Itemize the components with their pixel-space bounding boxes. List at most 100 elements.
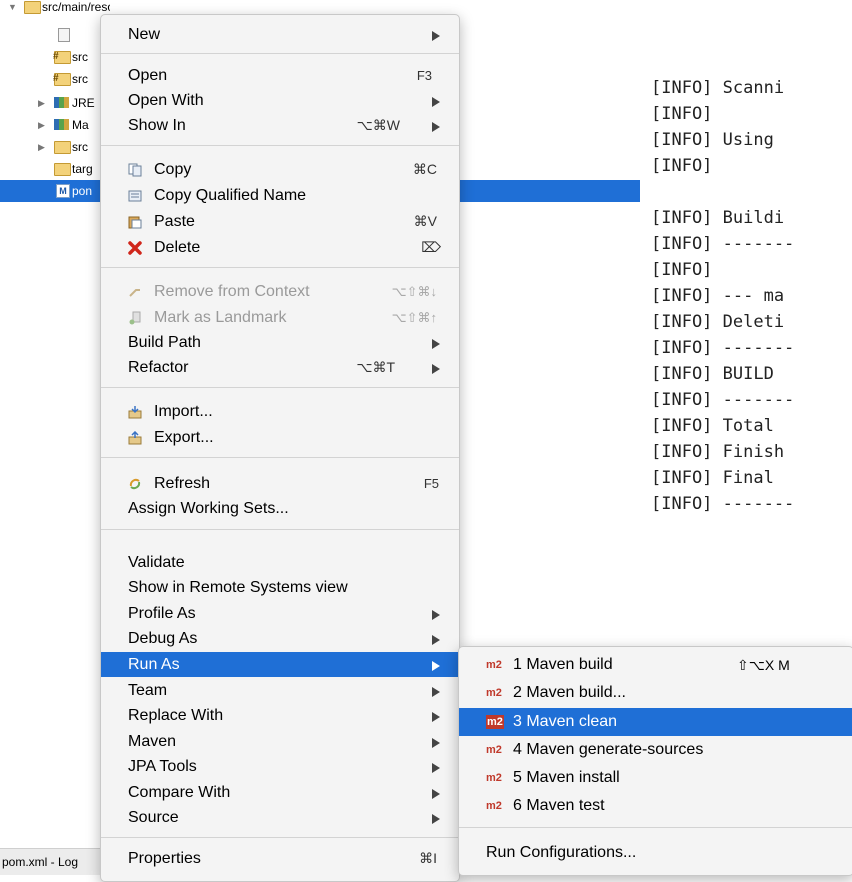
menu-item-debug-as[interactable]: Debug As (101, 626, 459, 651)
console-line: [INFO] Buildi (651, 208, 785, 228)
menu-item-validate[interactable]: Validate (101, 550, 459, 575)
menu-item-assign-working-sets[interactable]: Assign Working Sets... (101, 496, 459, 521)
menu-item-refactor[interactable]: Refactor ⌥⌘T (101, 355, 459, 380)
menu-item-show-in-remote-systems[interactable]: Show in Remote Systems view (101, 575, 459, 600)
tree-item[interactable]: src (0, 68, 110, 90)
menu-item-remove-from-context[interactable]: Remove from Context ⌥⇧⌘↓ (101, 279, 459, 304)
tree-item-selected[interactable]: M pon (0, 180, 110, 202)
expand-triangle-icon[interactable]: ▶ (38, 92, 45, 114)
submenu-arrow-icon (432, 763, 440, 773)
menu-separator (101, 837, 459, 838)
submenu-arrow-icon (432, 97, 440, 107)
menu-item-refresh[interactable]: Refresh F5 (101, 471, 459, 496)
console-line: [INFO] ------- (651, 390, 795, 410)
tree-item-label: pon (72, 184, 93, 198)
submenu-item-maven-install[interactable]: m2 5 Maven install (459, 764, 852, 792)
tree-item-label: src (72, 50, 88, 64)
submenu-arrow-icon (432, 687, 440, 697)
console-line: [INFO] Deleti (651, 312, 785, 332)
submenu-arrow-icon (432, 610, 440, 620)
menu-item-source[interactable]: Source (101, 805, 459, 830)
refresh-icon (129, 478, 141, 490)
package-folder-icon (53, 68, 71, 90)
tree-item[interactable]: ▼ src/main/resources (0, 0, 110, 18)
maven-m2-icon: m2 (486, 800, 502, 812)
console-line: [INFO] ------- (651, 234, 795, 254)
menu-item-export[interactable]: Export... (101, 425, 459, 450)
menu-item-copy-qualified-name[interactable]: Copy Qualified Name (101, 183, 459, 208)
submenu-arrow-icon (432, 661, 440, 671)
menu-item-profile-as[interactable]: Profile As (101, 601, 459, 626)
file-icon (58, 28, 70, 42)
import-icon (128, 406, 142, 419)
package-folder-icon (53, 46, 71, 68)
menu-item-import[interactable]: Import... (101, 399, 459, 424)
menu-separator (459, 827, 852, 828)
console-line: [INFO] --- ma (651, 286, 785, 306)
submenu-item-maven-build[interactable]: m2 1 Maven build ⇧⌥X M (459, 651, 852, 679)
console-line: [INFO] Final (651, 468, 785, 488)
menu-item-show-in[interactable]: Show In ⌥⌘W (101, 113, 459, 138)
expand-triangle-icon[interactable]: ▼ (8, 0, 17, 18)
tree-item[interactable]: ▶ Ma (0, 114, 110, 136)
submenu-arrow-icon (432, 712, 440, 722)
menu-separator (101, 387, 459, 388)
menu-item-delete[interactable]: Delete ⌦ (101, 235, 459, 260)
tree-item[interactable]: targ (0, 158, 110, 180)
submenu-arrow-icon (432, 738, 440, 748)
source-folder-icon (24, 1, 41, 14)
maven-m2-icon: m2 (486, 772, 502, 784)
menu-item-paste[interactable]: Paste ⌘V (101, 209, 459, 234)
folder-icon (54, 163, 71, 176)
menu-separator (101, 145, 459, 146)
tree-item[interactable]: src (0, 46, 110, 68)
console-line: [INFO] (651, 104, 713, 124)
submenu-arrow-icon (432, 122, 440, 132)
copy-qualified-icon (128, 190, 142, 202)
menu-item-open-with[interactable]: Open With (101, 88, 459, 113)
tree-item-label: JRE (72, 96, 95, 110)
console-line: [INFO] ------- (651, 338, 795, 358)
console-line: [INFO] Using (651, 130, 785, 150)
expand-triangle-icon[interactable]: ▶ (38, 114, 45, 136)
menu-item-build-path[interactable]: Build Path (101, 330, 459, 355)
submenu-item-maven-generate-sources[interactable]: m2 4 Maven generate-sources (459, 736, 852, 764)
maven-m2-icon: m2 (486, 715, 504, 729)
menu-item-run-as[interactable]: Run As (101, 652, 459, 677)
submenu-item-maven-test[interactable]: m2 6 Maven test (459, 792, 852, 820)
menu-item-replace-with[interactable]: Replace With (101, 703, 459, 728)
submenu-arrow-icon (432, 339, 440, 349)
paste-icon (128, 216, 142, 229)
tree-item[interactable] (0, 24, 110, 46)
menu-item-team[interactable]: Team (101, 678, 459, 703)
menu-item-copy[interactable]: Copy ⌘C (101, 157, 459, 182)
export-icon (128, 431, 142, 445)
console-line: [INFO] ------- (651, 182, 795, 202)
tree-item-label: src (72, 72, 88, 86)
menu-item-mark-as-landmark[interactable]: Mark as Landmark ⌥⇧⌘↑ (101, 305, 459, 330)
menu-item-compare-with[interactable]: Compare With (101, 780, 459, 805)
console-line: [INFO] Total (651, 416, 785, 436)
menu-item-properties[interactable]: Properties ⌘I (101, 846, 459, 871)
landmark-icon (129, 311, 141, 325)
library-icon (54, 119, 69, 130)
folder-icon (54, 141, 71, 154)
submenu-arrow-icon (432, 789, 440, 799)
expand-triangle-icon[interactable]: ▶ (38, 136, 45, 158)
submenu-item-maven-clean[interactable]: m2 3 Maven clean (459, 708, 852, 736)
submenu-item-maven-build-dialog[interactable]: m2 2 Maven build... (459, 679, 852, 707)
tree-item-label: src (72, 140, 88, 154)
maven-file-icon: M (56, 184, 70, 198)
submenu-item-run-configurations[interactable]: Run Configurations... (459, 839, 852, 867)
menu-item-open[interactable]: Open F3 (101, 63, 459, 88)
menu-separator (101, 53, 459, 54)
library-icon (54, 97, 69, 108)
tree-item[interactable]: ▶ src (0, 136, 110, 158)
maven-m2-icon: m2 (486, 659, 502, 671)
menu-separator (101, 267, 459, 268)
tree-item[interactable]: ▶ JRE (0, 92, 110, 114)
menu-item-jpa-tools[interactable]: JPA Tools (101, 754, 459, 779)
menu-item-maven[interactable]: Maven (101, 729, 459, 754)
submenu-arrow-icon (432, 635, 440, 645)
menu-item-new[interactable]: New (101, 22, 459, 47)
